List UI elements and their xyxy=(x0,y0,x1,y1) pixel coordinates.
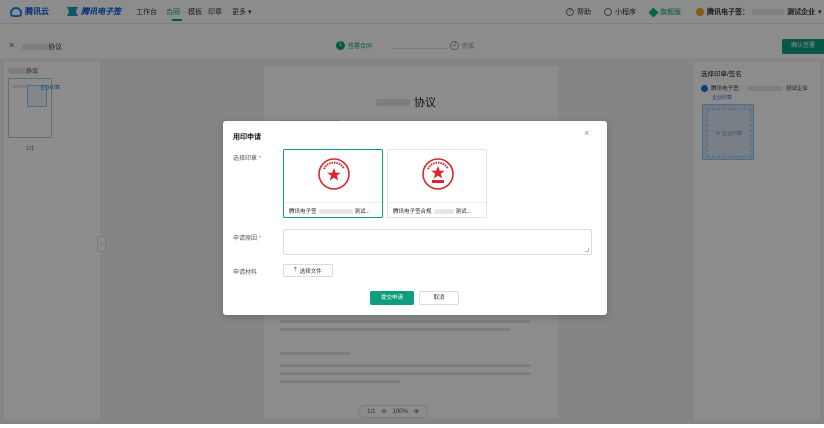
seal-request-dialog: 用印申请 × 选择印章 * 腾讯电子签 测试... 腾讯电子签合规 测试... xyxy=(223,121,607,315)
close-icon[interactable]: × xyxy=(584,128,589,138)
seal-option-name: 腾讯电子签 测试... xyxy=(289,207,370,215)
upload-icon: ⤒ xyxy=(294,267,297,273)
card-divider xyxy=(388,202,486,203)
card-divider xyxy=(284,202,382,203)
seal-option-name-suffix: 测试... xyxy=(455,209,472,215)
required-mark: * xyxy=(258,236,262,242)
redacted-text xyxy=(318,208,353,214)
redacted-text xyxy=(433,208,454,214)
required-mark: * xyxy=(258,156,262,162)
seal-option-name-prefix: 腾讯电子签合规 xyxy=(393,209,432,215)
material-field-label: 申请材料 xyxy=(233,270,258,276)
compliance-seal-icon xyxy=(422,158,454,190)
seal-option-name: 腾讯电子签合规 测试... xyxy=(393,207,471,215)
seal-option-name-prefix: 腾讯电子签 xyxy=(289,209,317,215)
reason-textarea[interactable] xyxy=(283,229,592,255)
seal-option-card[interactable]: 腾讯电子签合规 测试... xyxy=(387,149,487,218)
company-seal-icon xyxy=(318,158,350,190)
submit-request-button[interactable]: 提交申请 xyxy=(370,291,414,305)
seal-field-label: 选择印章 * xyxy=(233,153,261,162)
seal-option-name-suffix: 测试... xyxy=(354,209,371,215)
upload-file-label: 选择文件 xyxy=(299,268,322,275)
cancel-button[interactable]: 取消 xyxy=(419,291,459,305)
resize-grip-icon[interactable] xyxy=(585,248,589,252)
reason-field-label-text: 申请原因 xyxy=(233,236,258,242)
upload-file-button[interactable]: ⤒ 选择文件 xyxy=(283,264,333,277)
seal-field-label-text: 选择印章 xyxy=(233,156,258,162)
seal-option-card[interactable]: 腾讯电子签 测试... xyxy=(283,149,383,218)
dialog-title: 用印申请 xyxy=(233,134,261,141)
reason-field-label: 申请原因 * xyxy=(233,233,261,242)
